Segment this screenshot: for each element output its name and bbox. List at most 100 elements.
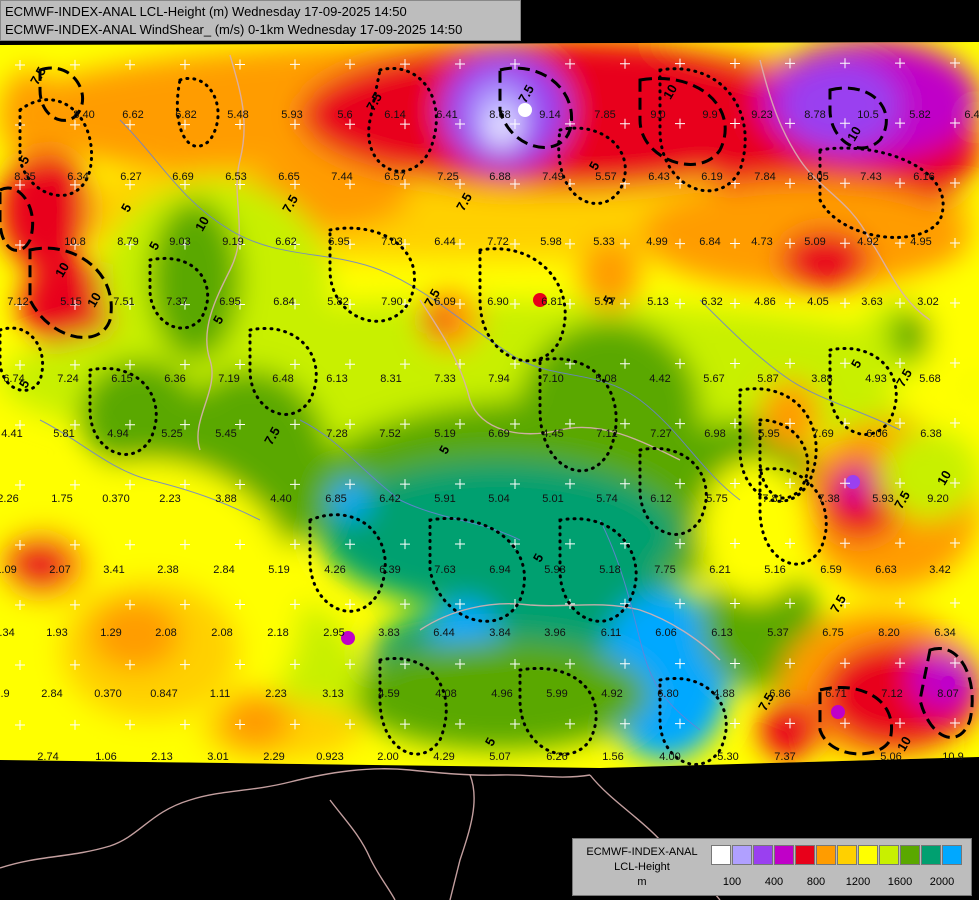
legend-swatch — [732, 845, 752, 865]
wind-shear-value: 9.9 — [702, 109, 717, 121]
wind-shear-value: 6.75 — [822, 627, 843, 639]
wind-shear-value: 6.44 — [433, 627, 454, 639]
legend-swatch — [879, 845, 899, 865]
wind-shear-value: 3.84 — [489, 627, 510, 639]
wind-shear-value: 6.53 — [225, 171, 246, 183]
field-blobs — [0, 42, 979, 760]
wind-shear-value: 4.92 — [857, 236, 878, 248]
legend-swatch — [900, 845, 920, 865]
wind-shear-value: 6.95 — [328, 236, 349, 248]
field-hotspot-violet — [846, 475, 860, 489]
wind-shear-value: 10.5 — [857, 109, 878, 121]
wind-shear-value: 1.56 — [602, 751, 623, 763]
wind-shear-value: 3.13 — [322, 688, 343, 700]
wind-shear-value: 5.48 — [227, 109, 248, 121]
wind-shear-value: 8.68 — [489, 109, 510, 121]
legend-swatch — [921, 845, 941, 865]
wind-shear-value: 9.23 — [751, 109, 772, 121]
wind-shear-value: 5.57 — [595, 171, 616, 183]
wind-shear-value: 4.29 — [433, 751, 454, 763]
wind-shear-value: 7.84 — [754, 171, 775, 183]
wind-shear-value: 7.37 — [166, 296, 187, 308]
legend-swatch — [795, 845, 815, 865]
legend-title-unit: m — [637, 876, 647, 888]
wind-shear-value: 1.06 — [95, 751, 116, 763]
wind-shear-value: 6.41 — [436, 109, 457, 121]
wind-shear-value: 6.27 — [120, 171, 141, 183]
wind-shear-value: 4.73 — [751, 236, 772, 248]
wind-shear-value: 6.82 — [175, 109, 196, 121]
legend-swatch — [753, 845, 773, 865]
wind-shear-value: 7.19 — [218, 373, 239, 385]
wind-shear-value: 5.45 — [215, 428, 236, 440]
field-blob-green — [890, 310, 930, 360]
wind-shear-value: 7.49 — [542, 171, 563, 183]
wind-shear-value: 6.11 — [601, 627, 622, 639]
wind-shear-value: 0.847 — [150, 688, 178, 700]
wind-shear-value: 3.63 — [861, 296, 882, 308]
wind-shear-value: 2.84 — [213, 564, 234, 576]
wind-shear-value: 5.91 — [434, 493, 455, 505]
wind-shear-value: 7.28 — [326, 428, 347, 440]
wind-shear-value: 3.41 — [103, 564, 124, 576]
wind-shear-value: 6.43 — [648, 171, 669, 183]
wind-shear-value: 4.05 — [807, 296, 828, 308]
wind-shear-value: 5.93 — [872, 493, 893, 505]
wind-shear-value: 7.10 — [542, 373, 563, 385]
wind-shear-value: 1.93 — [46, 627, 67, 639]
legend-swatch — [858, 845, 878, 865]
wind-shear-value: 6.32 — [701, 296, 722, 308]
wind-shear-value: 6.19 — [701, 171, 722, 183]
wind-shear-value: 5.06 — [880, 751, 901, 763]
wind-shear-value: 5.18 — [599, 564, 620, 576]
wind-shear-value: 4.42 — [649, 373, 670, 385]
wind-shear-value: 6.36 — [164, 373, 185, 385]
wind-shear-value: 2.13 — [151, 751, 172, 763]
field-blob-yellow — [700, 460, 810, 600]
wind-shear-value: 7.33 — [434, 373, 455, 385]
legend-title-model: ECMWF-INDEX-ANAL — [586, 846, 698, 858]
wind-shear-value: 7.43 — [860, 171, 881, 183]
wind-shear-value: 9.20 — [927, 493, 948, 505]
wind-shear-value: 5.08 — [595, 373, 616, 385]
wind-shear-value: 5.98 — [540, 236, 561, 248]
wind-shear-value: 2.00 — [377, 751, 398, 763]
wind-shear-value: 4.08 — [435, 688, 456, 700]
wind-shear-value: 0.370 — [94, 688, 122, 700]
wind-shear-value: 6.44 — [434, 236, 455, 248]
wind-shear-value: 9.19 — [222, 236, 243, 248]
wind-shear-value: 9.14 — [539, 109, 560, 121]
legend-swatches — [711, 845, 963, 865]
wind-shear-value: 5.99 — [546, 688, 567, 700]
wind-shear-value: 5.93 — [544, 564, 565, 576]
wind-shear-value: 7.63 — [434, 564, 455, 576]
wind-shear-value: 2.23 — [265, 688, 286, 700]
legend-swatch — [816, 845, 836, 865]
wind-shear-value: 2.38 — [157, 564, 178, 576]
wind-shear-value: 1.29 — [100, 627, 121, 639]
wind-shear-value: 6.85 — [325, 493, 346, 505]
wind-shear-value: 6.86 — [769, 688, 790, 700]
wind-shear-value: 6.26 — [546, 751, 567, 763]
legend-tick-labels: 100 400 800 1200 1600 2000 — [711, 876, 961, 890]
wind-shear-value: 4.00 — [659, 751, 680, 763]
wind-shear-value: 6.69 — [172, 171, 193, 183]
wind-shear-value: 6.34 — [67, 171, 88, 183]
field-blob-red — [0, 150, 90, 270]
wind-shear-value: 5.82 — [327, 296, 348, 308]
wind-shear-value: 5.74 — [596, 493, 617, 505]
wind-shear-value: 5.07 — [489, 751, 510, 763]
wind-shear-value: 4.26 — [324, 564, 345, 576]
legend-title-parameter: LCL-Height — [614, 861, 670, 873]
wind-shear-value: 6.71 — [825, 688, 846, 700]
wind-shear-value: 5.04 — [488, 493, 509, 505]
wind-shear-value: 6.88 — [489, 171, 510, 183]
wind-shear-value: 5.33 — [593, 236, 614, 248]
legend-tick-label: 1200 — [845, 876, 871, 888]
wind-shear-value: 3.42 — [929, 564, 950, 576]
wind-shear-value: 2.95 — [323, 627, 344, 639]
wind-shear-value: 3.88 — [215, 493, 236, 505]
wind-shear-value: 7.03 — [381, 236, 402, 248]
field-blob-red — [425, 305, 450, 335]
legend-tick-label: 400 — [764, 876, 784, 888]
